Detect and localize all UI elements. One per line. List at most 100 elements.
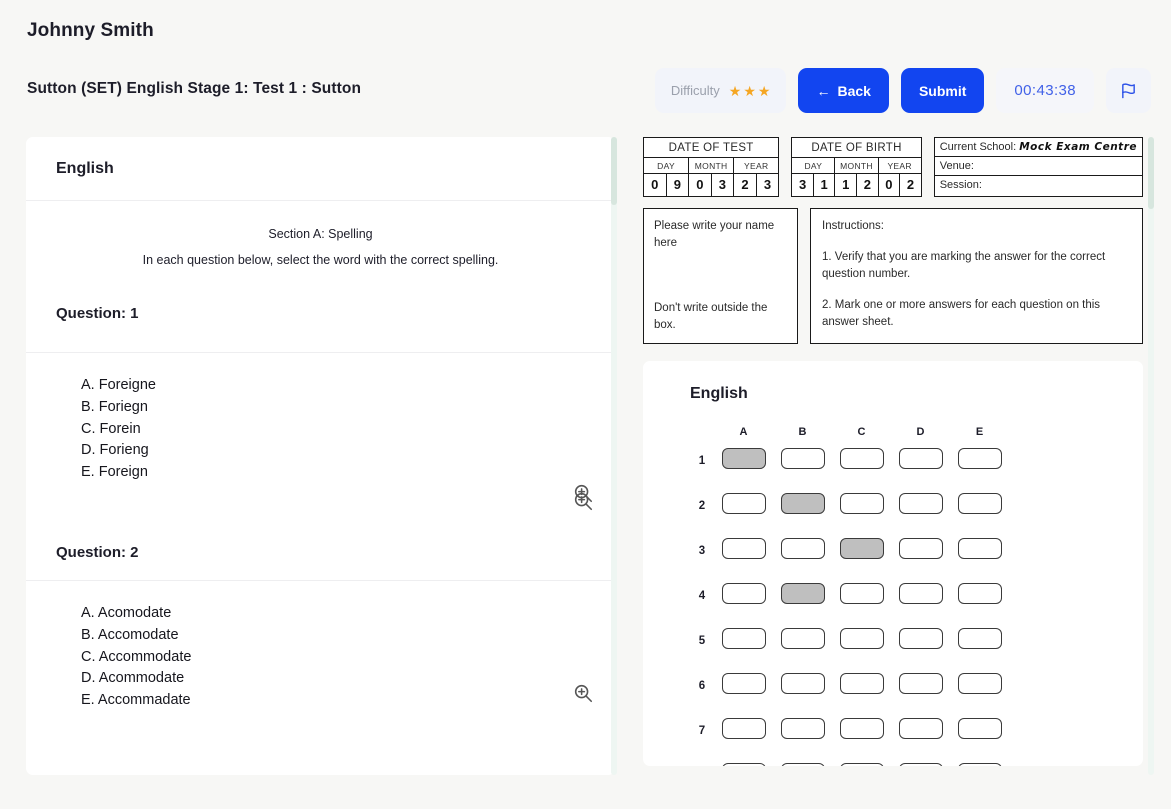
answer-cell xyxy=(832,673,891,718)
section-instruction: In each question below, select the word … xyxy=(56,253,585,267)
answer-cell xyxy=(891,628,950,673)
answer-bubble-b-4[interactable] xyxy=(781,583,825,604)
answer-bubble-c-1[interactable] xyxy=(840,448,884,469)
answer-bubble-d-8[interactable] xyxy=(899,763,943,766)
date-of-test-box: DATE OF TEST DAY MONTH YEAR 0 9 0 3 2 3 xyxy=(643,137,779,197)
answer-cell xyxy=(891,493,950,538)
zoom-in-button-question-2-options[interactable] xyxy=(572,682,594,704)
zoom-in-button-question-2[interactable] xyxy=(572,490,594,512)
answer-bubble-a-4[interactable] xyxy=(722,583,766,604)
answer-bubble-b-3[interactable] xyxy=(781,538,825,559)
answer-sheet-scrollbar[interactable] xyxy=(1148,137,1154,775)
answer-bubble-a-8[interactable] xyxy=(722,763,766,766)
option-item[interactable]: A. Foreigne xyxy=(81,375,585,397)
answer-grid-row: 4 xyxy=(690,583,1009,628)
session-line: Session: xyxy=(935,176,1142,194)
answer-cell xyxy=(832,448,891,493)
answer-bubble-a-6[interactable] xyxy=(722,673,766,694)
option-item[interactable]: A. Acomodate xyxy=(81,603,585,625)
column-day: DAY xyxy=(644,158,689,173)
answer-bubble-c-6[interactable] xyxy=(840,673,884,694)
date-of-test-title: DATE OF TEST xyxy=(644,138,778,158)
answer-cell xyxy=(773,718,832,763)
column-year: YEAR xyxy=(734,158,778,173)
answer-sheet-header-row: DATE OF TEST DAY MONTH YEAR 0 9 0 3 2 3 … xyxy=(643,137,1143,197)
answer-bubble-e-8[interactable] xyxy=(958,763,1002,766)
scrollbar-thumb[interactable] xyxy=(611,137,617,205)
answer-bubble-e-5[interactable] xyxy=(958,628,1002,649)
option-item[interactable]: B. Accomodate xyxy=(81,625,585,647)
answer-bubble-b-5[interactable] xyxy=(781,628,825,649)
answer-bubble-e-2[interactable] xyxy=(958,493,1002,514)
option-item[interactable]: E. Accommadate xyxy=(81,690,585,712)
option-item[interactable]: D. Forieng xyxy=(81,440,585,462)
answer-grid-row: 2 xyxy=(690,493,1009,538)
answer-bubble-d-2[interactable] xyxy=(899,493,943,514)
answer-bubble-c-4[interactable] xyxy=(840,583,884,604)
answer-cell xyxy=(773,628,832,673)
row-number: 8 xyxy=(690,763,714,766)
answer-bubble-e-7[interactable] xyxy=(958,718,1002,739)
answer-cell xyxy=(950,718,1009,763)
scrollbar-thumb[interactable] xyxy=(1148,137,1154,209)
date-of-birth-box: DATE OF BIRTH DAY MONTH YEAR 3 1 1 2 0 2 xyxy=(791,137,921,197)
answer-bubble-a-5[interactable] xyxy=(722,628,766,649)
answer-bubble-d-6[interactable] xyxy=(899,673,943,694)
answer-bubble-c-8[interactable] xyxy=(840,763,884,766)
answer-bubble-a-1[interactable] xyxy=(722,448,766,469)
back-button[interactable]: ← Back xyxy=(798,68,888,113)
digit-cell: 2 xyxy=(734,174,757,196)
option-item[interactable]: D. Acommodate xyxy=(81,668,585,690)
answer-cell xyxy=(950,673,1009,718)
answer-bubble-b-1[interactable] xyxy=(781,448,825,469)
answer-bubble-b-7[interactable] xyxy=(781,718,825,739)
digit-cell: 0 xyxy=(644,174,667,196)
option-item[interactable]: E. Foreign xyxy=(81,462,585,484)
answer-sheet-instruction-row: Please write your name here Don't write … xyxy=(643,208,1143,344)
exam-timer: 00:43:38 xyxy=(996,68,1094,113)
answer-cell xyxy=(891,538,950,583)
flag-question-button[interactable] xyxy=(1106,68,1151,113)
answer-bubble-e-4[interactable] xyxy=(958,583,1002,604)
answer-bubble-b-2[interactable] xyxy=(781,493,825,514)
question-panel-scrollbar[interactable] xyxy=(611,137,617,775)
answer-cell xyxy=(714,628,773,673)
flag-icon xyxy=(1120,82,1137,99)
header-toolbar: Difficulty ★ ★ ★ ← Back Submit 00:43:38 xyxy=(655,68,1151,113)
answer-bubble-e-6[interactable] xyxy=(958,673,1002,694)
answer-grid-row: 6 xyxy=(690,673,1009,718)
instructions-box: Instructions: 1. Verify that you are mar… xyxy=(810,208,1143,344)
option-item[interactable]: C. Forein xyxy=(81,419,585,441)
answer-cell xyxy=(891,583,950,628)
answer-bubble-c-3[interactable] xyxy=(840,538,884,559)
answer-bubble-c-2[interactable] xyxy=(840,493,884,514)
answer-bubble-a-2[interactable] xyxy=(722,493,766,514)
answer-cell xyxy=(832,493,891,538)
answer-bubble-d-5[interactable] xyxy=(899,628,943,649)
answer-bubble-d-4[interactable] xyxy=(899,583,943,604)
answer-bubble-d-3[interactable] xyxy=(899,538,943,559)
answer-bubble-d-7[interactable] xyxy=(899,718,943,739)
answer-bubble-b-8[interactable] xyxy=(781,763,825,766)
answer-bubble-a-7[interactable] xyxy=(722,718,766,739)
submit-button[interactable]: Submit xyxy=(901,68,984,113)
difficulty-stars: ★ ★ ★ xyxy=(729,84,771,98)
answer-bubble-c-5[interactable] xyxy=(840,628,884,649)
answer-cell xyxy=(773,673,832,718)
answer-bubble-d-1[interactable] xyxy=(899,448,943,469)
digit-cell: 0 xyxy=(689,174,712,196)
answer-cell xyxy=(832,763,891,766)
star-icon: ★ xyxy=(729,84,742,98)
answer-bubble-c-7[interactable] xyxy=(840,718,884,739)
option-item[interactable]: B. Foriegn xyxy=(81,397,585,419)
answer-bubble-e-3[interactable] xyxy=(958,538,1002,559)
question-options-card: A. Acomodate B. Accomodate C. Accommodat… xyxy=(26,581,615,775)
answer-grid-title: English xyxy=(690,385,1143,403)
submit-button-label: Submit xyxy=(919,83,966,99)
answer-bubble-e-1[interactable] xyxy=(958,448,1002,469)
answer-bubble-b-6[interactable] xyxy=(781,673,825,694)
answer-bubble-a-3[interactable] xyxy=(722,538,766,559)
answer-cell xyxy=(891,673,950,718)
column-header-b: B xyxy=(773,425,832,448)
option-item[interactable]: C. Accommodate xyxy=(81,647,585,669)
